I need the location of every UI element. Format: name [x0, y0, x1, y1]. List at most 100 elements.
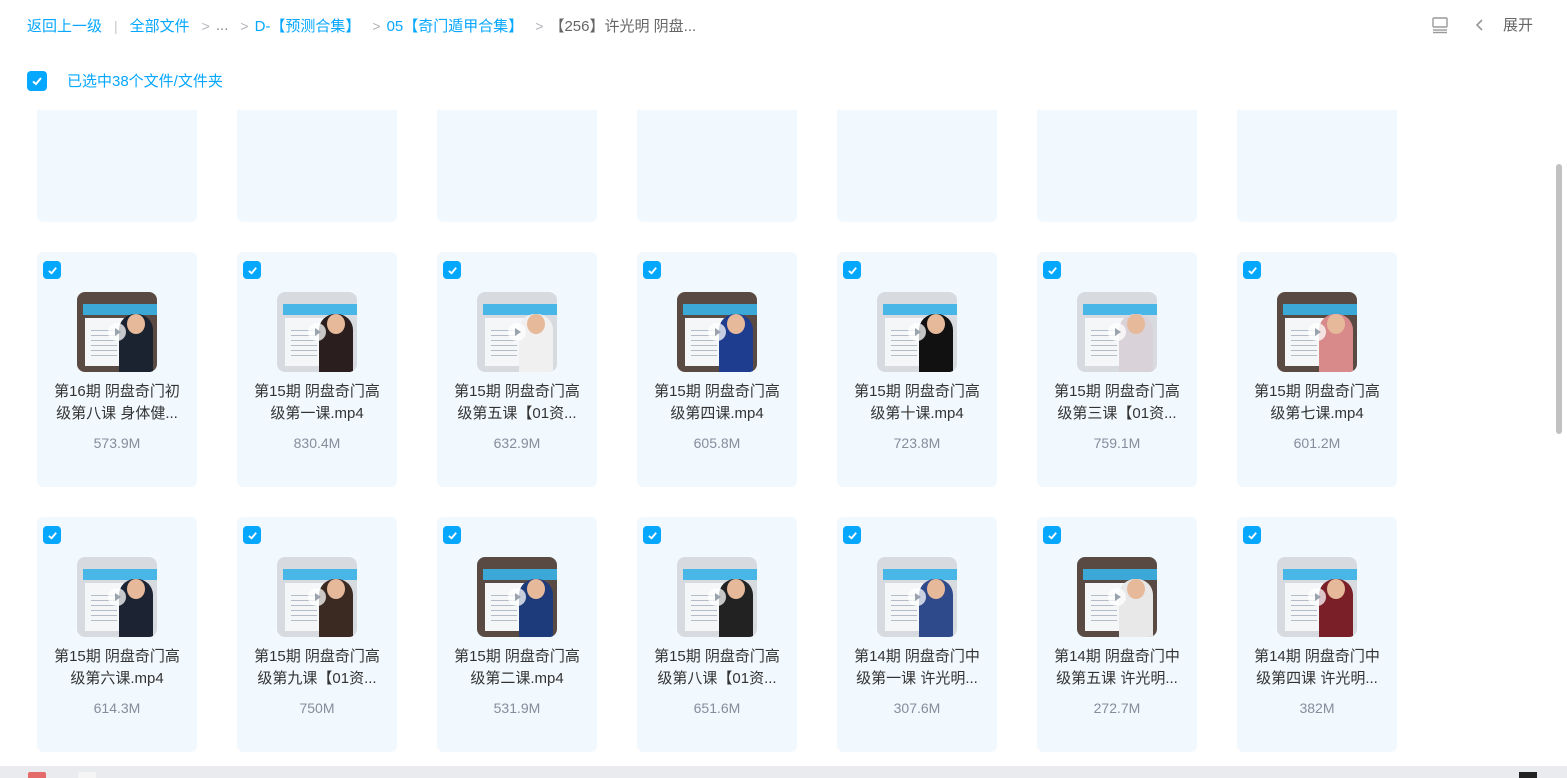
video-thumbnail[interactable]: [1277, 292, 1357, 372]
file-name-line: 第14期 阴盘奇门中: [854, 648, 980, 665]
file-name[interactable]: 第15期 阴盘奇门高 级第九课【01资...: [249, 646, 385, 690]
file-name[interactable]: 第15期 阴盘奇门高 级第四课.mp4: [649, 381, 785, 425]
file-name[interactable]: 第14期 阴盘奇门中 级第四课 许光明...: [1249, 646, 1385, 690]
file-name-line: 级第八课 身体健...: [56, 405, 178, 422]
video-thumbnail[interactable]: [1077, 292, 1157, 372]
select-all-checkbox[interactable]: [27, 70, 47, 91]
breadcrumb-divider: |: [114, 17, 118, 34]
file-card[interactable]: 第15期 阴盘奇门高 级第六课.mp4 614.3M: [37, 517, 197, 752]
file-name[interactable]: 第15期 阴盘奇门高 级第一课.mp4: [249, 381, 385, 425]
file-name[interactable]: 第15期 阴盘奇门高 级第二课.mp4: [449, 646, 585, 690]
file-size: 723.8M: [893, 435, 941, 451]
file-card[interactable]: 第15期 阴盘奇门高 级第七课.mp4 601.2M: [1237, 252, 1397, 487]
check-icon: [447, 531, 457, 540]
file-size: 307.6M: [893, 700, 941, 716]
file-card[interactable]: 第16期 阴盘奇门初级第五课【01资...724.9M: [237, 110, 397, 222]
video-thumbnail[interactable]: [477, 292, 557, 372]
file-checkbox[interactable]: [443, 526, 461, 544]
breadcrumb-ellipsis[interactable]: ...: [216, 17, 229, 34]
video-thumbnail[interactable]: [1077, 557, 1157, 637]
file-card[interactable]: 第16期 阴盘奇门初级第一课财运预645.1M: [37, 110, 197, 222]
file-checkbox[interactable]: [43, 526, 61, 544]
breadcrumb-all-files[interactable]: 全部文件: [130, 15, 190, 36]
scrollbar[interactable]: [1555, 110, 1563, 760]
file-checkbox[interactable]: [243, 526, 261, 544]
file-card[interactable]: 第16期 阴盘奇门初级第四课 催财法...994.9M: [437, 110, 597, 222]
file-card[interactable]: 第16期 阴盘奇门初级第七课 奇门婚...645.4M: [837, 110, 997, 222]
check-icon: [1047, 531, 1057, 540]
file-card[interactable]: 第14期 阴盘奇门中 级第五课 许光明... 272.7M: [1037, 517, 1197, 752]
file-size: 531.9M: [493, 700, 541, 716]
file-card[interactable]: 第16期 阴盘奇门初级第三课【01资...675.2M: [637, 110, 797, 222]
file-card[interactable]: 第15期 阴盘奇门高 级第一课.mp4 830.4M: [237, 252, 397, 487]
file-card[interactable]: 第16期 阴盘奇门初 级第八课 身体健... 573.9M: [37, 252, 197, 487]
list-view-icon[interactable]: [1431, 16, 1449, 34]
file-checkbox[interactable]: [843, 526, 861, 544]
file-checkbox[interactable]: [443, 261, 461, 279]
thumbnail-person: [1119, 579, 1153, 637]
thumbnail-banner: [83, 304, 157, 315]
video-thumbnail[interactable]: [477, 557, 557, 637]
file-card[interactable]: 第14期 阴盘奇门中 级第四课 许光明... 382M: [1237, 517, 1397, 752]
file-card[interactable]: 第15期 阴盘奇门高 级第八课【01资... 651.6M: [637, 517, 797, 752]
file-card[interactable]: 第14期 阴盘奇门中 级第一课 许光明... 307.6M: [837, 517, 997, 752]
file-card[interactable]: 第15期 阴盘奇门高 级第四课.mp4 605.8M: [637, 252, 797, 487]
play-icon: [508, 588, 526, 606]
file-checkbox[interactable]: [643, 526, 661, 544]
file-name[interactable]: 第15期 阴盘奇门高 级第六课.mp4: [49, 646, 185, 690]
thumbnail-banner: [483, 304, 557, 315]
scrollbar-thumb[interactable]: [1556, 164, 1562, 434]
video-thumbnail[interactable]: [677, 557, 757, 637]
file-name-line: 第15期 阴盘奇门高: [454, 383, 580, 400]
breadcrumb-chevron: >: [372, 17, 381, 34]
breadcrumb-chevron: >: [535, 17, 544, 34]
file-card[interactable]: 第15期 阴盘奇门高 级第十课.mp4 723.8M: [837, 252, 997, 487]
video-thumbnail[interactable]: [277, 292, 357, 372]
file-name[interactable]: 第14期 阴盘奇门中 级第一课 许光明...: [849, 646, 985, 690]
play-icon: [1308, 323, 1326, 341]
file-checkbox[interactable]: [843, 261, 861, 279]
file-name-line: 级第五课【01资...: [457, 405, 577, 422]
file-name[interactable]: 第15期 阴盘奇门高 级第五课【01资...: [449, 381, 585, 425]
breadcrumb-item-qimen[interactable]: 05【奇门遁甲合集】: [387, 15, 524, 36]
video-thumbnail[interactable]: [1277, 557, 1357, 637]
check-icon: [247, 266, 257, 275]
breadcrumb-current: 【256】许光明 阴盘...: [549, 18, 697, 35]
file-name[interactable]: 第15期 阴盘奇门高 级第七课.mp4: [1249, 381, 1385, 425]
video-thumbnail[interactable]: [877, 292, 957, 372]
file-name[interactable]: 第15期 阴盘奇门高 级第八课【01资...: [649, 646, 785, 690]
video-thumbnail[interactable]: [877, 557, 957, 637]
expand-button[interactable]: 展开: [1471, 14, 1533, 35]
file-size: 573.9M: [93, 435, 141, 451]
check-icon: [847, 266, 857, 275]
file-card[interactable]: 第16期 阴盘奇门初级第二课利用阴830.2M: [1237, 110, 1397, 222]
file-checkbox[interactable]: [1243, 261, 1261, 279]
video-thumbnail[interactable]: [77, 557, 157, 637]
file-size: 614.3M: [93, 700, 141, 716]
file-card[interactable]: 第15期 阴盘奇门高 级第五课【01资... 632.9M: [437, 252, 597, 487]
file-name[interactable]: 第14期 阴盘奇门中 级第五课 许光明...: [1049, 646, 1185, 690]
tray-icon[interactable]: [1519, 772, 1537, 778]
file-checkbox[interactable]: [43, 261, 61, 279]
file-name-line: 级第九课【01资...: [257, 670, 377, 687]
file-card[interactable]: 第15期 阴盘奇门高 级第二课.mp4 531.9M: [437, 517, 597, 752]
file-card[interactable]: 第16期 阴盘奇门初级第六课【01资...743.6M: [1037, 110, 1197, 222]
file-checkbox[interactable]: [1243, 526, 1261, 544]
file-checkbox[interactable]: [1043, 261, 1061, 279]
breadcrumb-item-prediction[interactable]: D-【预测合集】: [255, 15, 361, 36]
file-name[interactable]: 第15期 阴盘奇门高 级第十课.mp4: [849, 381, 985, 425]
file-checkbox[interactable]: [243, 261, 261, 279]
video-thumbnail[interactable]: [77, 292, 157, 372]
file-checkbox[interactable]: [1043, 526, 1061, 544]
check-icon: [1247, 531, 1257, 540]
file-card[interactable]: 第15期 阴盘奇门高 级第九课【01资... 750M: [237, 517, 397, 752]
file-checkbox[interactable]: [643, 261, 661, 279]
file-name[interactable]: 第16期 阴盘奇门初 级第八课 身体健...: [49, 381, 185, 425]
app-icon[interactable]: [78, 772, 96, 778]
app-icon[interactable]: [28, 772, 46, 778]
back-link[interactable]: 返回上一级: [27, 15, 102, 36]
file-name[interactable]: 第15期 阴盘奇门高 级第三课【01资...: [1049, 381, 1185, 425]
video-thumbnail[interactable]: [277, 557, 357, 637]
file-card[interactable]: 第15期 阴盘奇门高 级第三课【01资... 759.1M: [1037, 252, 1197, 487]
video-thumbnail[interactable]: [677, 292, 757, 372]
